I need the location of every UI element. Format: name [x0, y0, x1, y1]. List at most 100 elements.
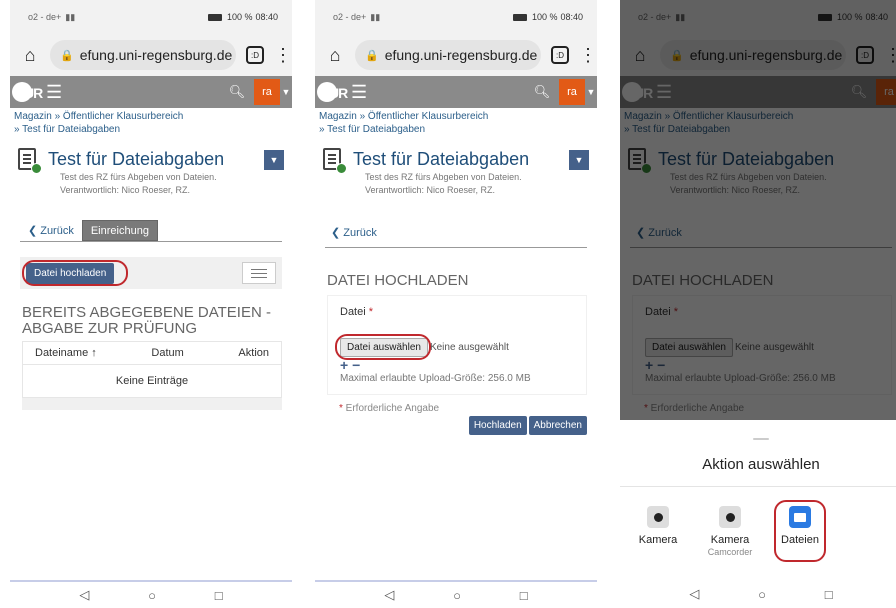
breadcrumb: Magazin » Öffentlicher Klausurbereich » …: [10, 108, 292, 138]
folder-icon: [789, 506, 811, 528]
ur-logo[interactable]: UR: [12, 78, 43, 106]
action-chooser-sheet: Aktion auswählen Kamera Kamera Camcorder…: [620, 424, 896, 608]
app-label: Kamera: [710, 534, 750, 546]
upload-form: Datei * Datei auswählen Keine ausgewählt…: [327, 295, 587, 395]
menu-kebab-icon[interactable]: ⋮: [579, 45, 597, 66]
lock-icon: 🔒: [60, 49, 74, 62]
column-header-date[interactable]: Datum: [151, 347, 183, 359]
home-icon[interactable]: ⌂: [20, 45, 40, 66]
section-title: BEREITS ABGEGEBENE DATEIEN - ABGABE ZUR …: [22, 304, 271, 337]
home-icon[interactable]: ⌂: [325, 45, 345, 66]
list-menu-icon[interactable]: [242, 262, 276, 284]
back-icon[interactable]: ◁: [79, 587, 89, 603]
logo-text: UR: [329, 85, 348, 101]
app-option-files[interactable]: Dateien: [770, 506, 830, 546]
tab-submission[interactable]: Einreichung: [81, 220, 158, 241]
status-bar: o2 - de+▮▮ 100 %08:40: [315, 0, 597, 34]
cancel-button[interactable]: Abbrechen: [528, 416, 587, 435]
search-icon[interactable]: 🔍︎: [220, 84, 254, 100]
tab-bar: ❮ Zurück Einreichung: [20, 220, 282, 242]
page-header: Test für Dateiabgaben Test des RZ fürs A…: [10, 138, 292, 196]
file-field-label: Datei *: [340, 306, 374, 318]
site-navbar: UR ☰ 🔍︎ ra ▼: [10, 76, 292, 108]
battery-label: 100 %: [531, 12, 558, 22]
hamburger-icon[interactable]: ☰: [46, 82, 62, 103]
camcorder-icon: [719, 506, 741, 528]
assignment-icon: [18, 148, 42, 174]
menu-kebab-icon[interactable]: ⋮: [274, 45, 292, 66]
choose-file-button[interactable]: Datei auswählen: [340, 338, 428, 357]
signal-icon: ▮▮: [65, 11, 76, 22]
page-title: Test für Dateiabgaben: [353, 149, 530, 169]
breadcrumb: Magazin » Öffentlicher Klausurbereich » …: [315, 108, 597, 138]
user-menu-button[interactable]: ra: [559, 79, 585, 105]
app-option-camera[interactable]: Kamera: [628, 506, 688, 546]
address-bar[interactable]: 🔒 efung.uni-regensburg.de: [355, 40, 541, 70]
browser-toolbar: ⌂ 🔒 efung.uni-regensburg.de :D ⋮: [315, 34, 597, 76]
breadcrumb-link[interactable]: Magazin » Öffentlicher Klausurbereich: [14, 110, 288, 123]
chevron-left-icon: ❮: [331, 227, 344, 239]
tabs-icon[interactable]: :D: [246, 46, 264, 64]
sheet-drag-handle[interactable]: [753, 438, 769, 440]
app-label: Dateien: [781, 534, 819, 546]
page-responsible: Verantwortlich: Nico Roeser, RZ.: [365, 185, 496, 195]
chevron-down-icon[interactable]: ▼: [280, 87, 292, 97]
search-icon[interactable]: 🔍︎: [525, 84, 559, 100]
lock-icon: 🔒: [365, 49, 379, 62]
android-nav-bar: ◁ ○ □: [10, 580, 292, 608]
clock: 08:40: [560, 12, 583, 22]
actions-dropdown-button[interactable]: ▼: [264, 150, 284, 170]
hamburger-icon[interactable]: ☰: [351, 82, 367, 103]
breadcrumb-link[interactable]: » Test für Dateiabgaben: [14, 123, 288, 136]
submit-upload-button[interactable]: Hochladen: [468, 416, 527, 435]
breadcrumb-link[interactable]: Magazin » Öffentlicher Klausurbereich: [319, 110, 593, 123]
signal-icon: ▮▮: [370, 11, 381, 22]
divider: [620, 486, 896, 487]
page-header: Test für Dateiabgaben Test des RZ fürs A…: [315, 138, 597, 196]
add-remove-file-controls[interactable]: + −: [340, 358, 574, 372]
max-upload-size: Maximal erlaubte Upload-Größe: 256.0 MB: [340, 373, 531, 384]
tabs-icon[interactable]: :D: [551, 46, 569, 64]
required-note: * Erforderliche Angabe: [339, 403, 440, 414]
table-footer: [22, 398, 282, 410]
carrier-label: o2 - de+: [333, 12, 367, 22]
clock: 08:40: [255, 12, 278, 22]
page-responsible: Verantwortlich: Nico Roeser, RZ.: [60, 185, 191, 195]
address-bar[interactable]: 🔒 efung.uni-regensburg.de: [50, 40, 236, 70]
upload-file-button[interactable]: Datei hochladen: [26, 262, 115, 284]
required-mark: *: [368, 306, 374, 318]
app-option-camcorder[interactable]: Kamera Camcorder: [700, 506, 760, 557]
url-text: efung.uni-regensburg.de: [79, 47, 233, 63]
form-footer: * Erforderliche Angabe Hochladen Abbrech…: [327, 403, 587, 441]
actions-dropdown-button[interactable]: ▼: [569, 150, 589, 170]
back-icon[interactable]: ◁: [689, 586, 699, 602]
chevron-left-icon: ❮: [28, 225, 38, 237]
carrier-label: o2 - de+: [28, 12, 62, 22]
back-link[interactable]: ❮ Zurück: [325, 226, 587, 248]
home-circle-icon[interactable]: ○: [758, 587, 766, 602]
breadcrumb-link[interactable]: » Test für Dateiabgaben: [319, 123, 593, 136]
column-header-filename[interactable]: Dateiname ↑: [35, 347, 97, 359]
user-menu-button[interactable]: ra: [254, 79, 280, 105]
page-description: Test des RZ fürs Abgeben von Dateien.: [365, 172, 522, 182]
back-link[interactable]: ❮ Zurück: [20, 220, 82, 241]
sheet-title: Aktion auswählen: [702, 456, 820, 473]
ur-logo[interactable]: UR: [317, 78, 348, 106]
column-header-action: Aktion: [238, 347, 269, 359]
camera-icon: [647, 506, 669, 528]
recents-icon[interactable]: □: [215, 588, 223, 603]
recents-icon[interactable]: □: [520, 588, 528, 603]
table-header: Dateiname ↑ Datum Aktion: [23, 342, 281, 365]
status-bar: o2 - de+▮▮ 100 %08:40: [10, 0, 292, 34]
url-text: efung.uni-regensburg.de: [384, 47, 538, 63]
battery-icon: [512, 13, 527, 21]
chevron-down-icon[interactable]: ▼: [585, 87, 597, 97]
home-circle-icon[interactable]: ○: [148, 588, 156, 603]
modal-scrim[interactable]: [620, 0, 896, 420]
home-circle-icon[interactable]: ○: [453, 588, 461, 603]
back-icon[interactable]: ◁: [384, 587, 394, 603]
upload-toolbar: Datei hochladen: [20, 257, 282, 289]
section-title: DATEI HOCHLADEN: [327, 272, 469, 289]
recents-icon[interactable]: □: [825, 587, 833, 602]
page-title: Test für Dateiabgaben: [48, 149, 225, 169]
